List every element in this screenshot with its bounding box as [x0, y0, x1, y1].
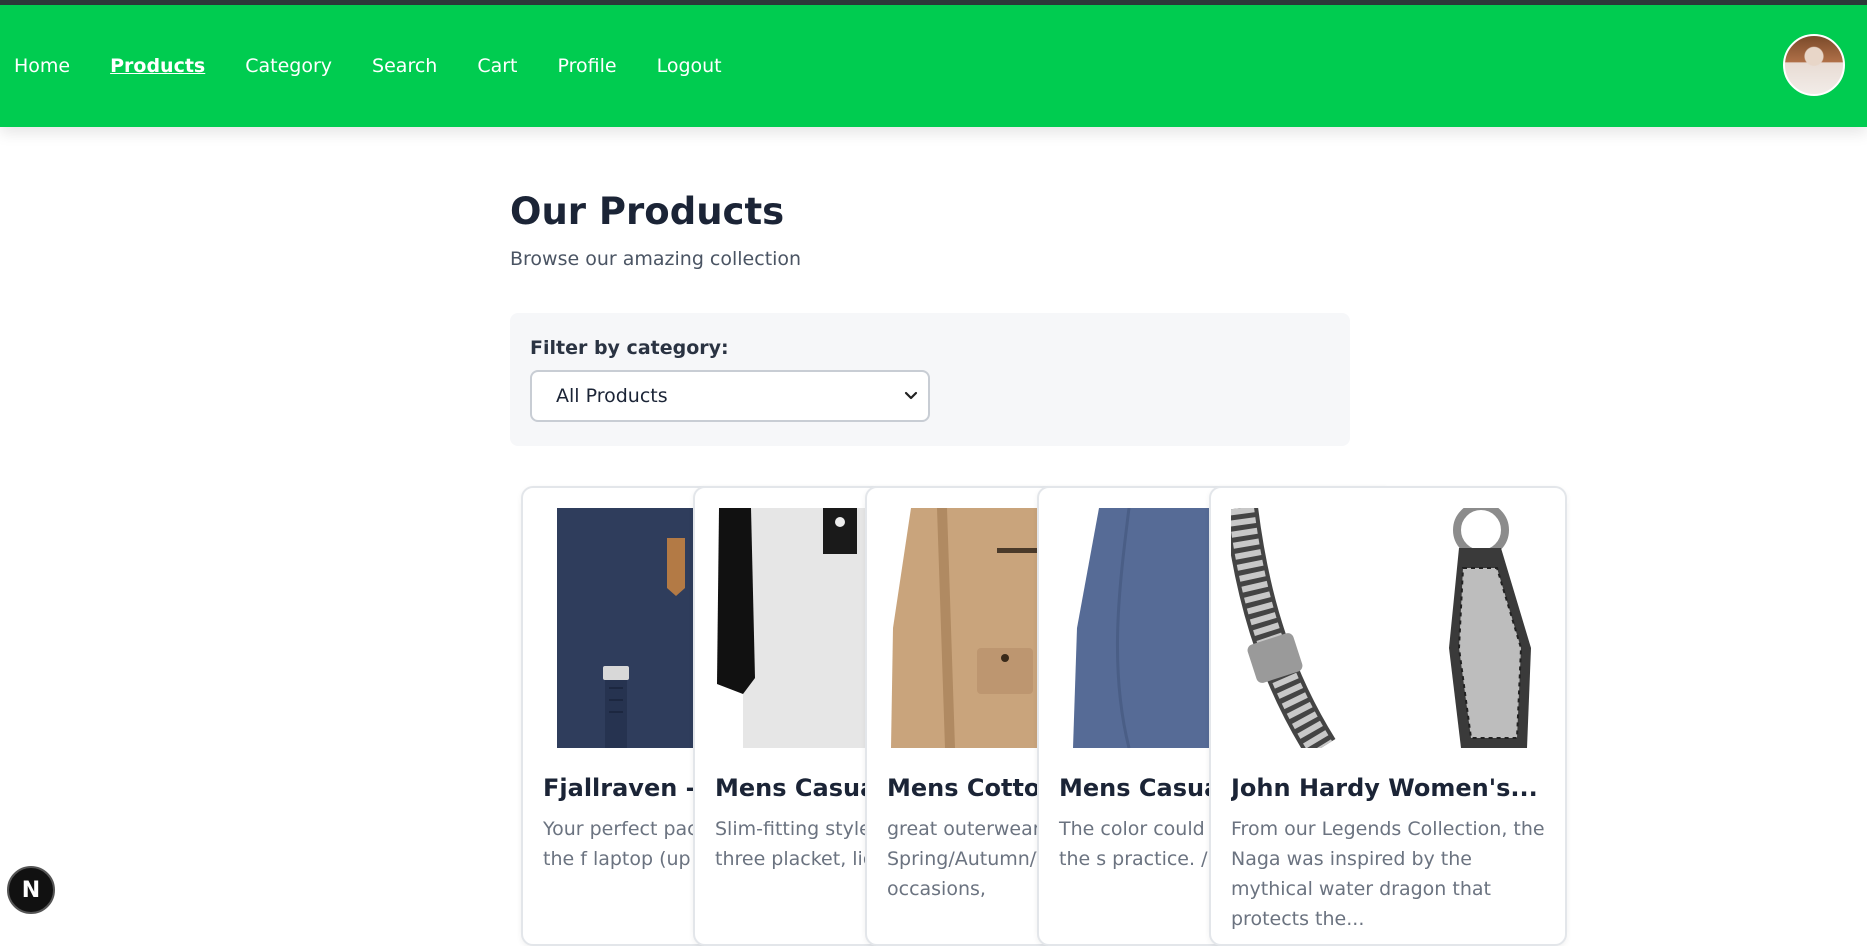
page-title: Our Products	[510, 190, 785, 233]
nav-products-link[interactable]: Products	[110, 55, 205, 77]
category-filter-panel: Filter by category: All Products	[510, 313, 1350, 446]
nav-search-link[interactable]: Search	[372, 55, 437, 77]
nav-profile-link[interactable]: Profile	[558, 55, 617, 77]
page-subtitle: Browse our amazing collection	[510, 248, 802, 270]
category-select-value: All Products	[556, 385, 668, 407]
navbar: Home Products Category Search Cart Profi…	[0, 5, 1867, 127]
chevron-down-icon	[904, 391, 918, 400]
filter-label: Filter by category:	[530, 337, 729, 359]
nextjs-dev-badge[interactable]: N	[7, 866, 55, 914]
nav-links: Home Products Category Search Cart Profi…	[14, 5, 762, 127]
nav-home-link[interactable]: Home	[14, 55, 70, 77]
product-image	[1231, 508, 1545, 748]
product-description: From our Legends Collection, the Naga wa…	[1231, 818, 1545, 930]
nav-logout-link[interactable]: Logout	[657, 55, 722, 77]
product-title: John Hardy Women's...	[1231, 774, 1538, 802]
product-card[interactable]: John Hardy Women's... From our Legends C…	[1209, 486, 1567, 946]
user-avatar[interactable]	[1783, 34, 1845, 96]
nav-cart-link[interactable]: Cart	[477, 55, 517, 77]
nav-category-link[interactable]: Category	[245, 55, 332, 77]
category-select[interactable]: All Products	[530, 370, 930, 422]
